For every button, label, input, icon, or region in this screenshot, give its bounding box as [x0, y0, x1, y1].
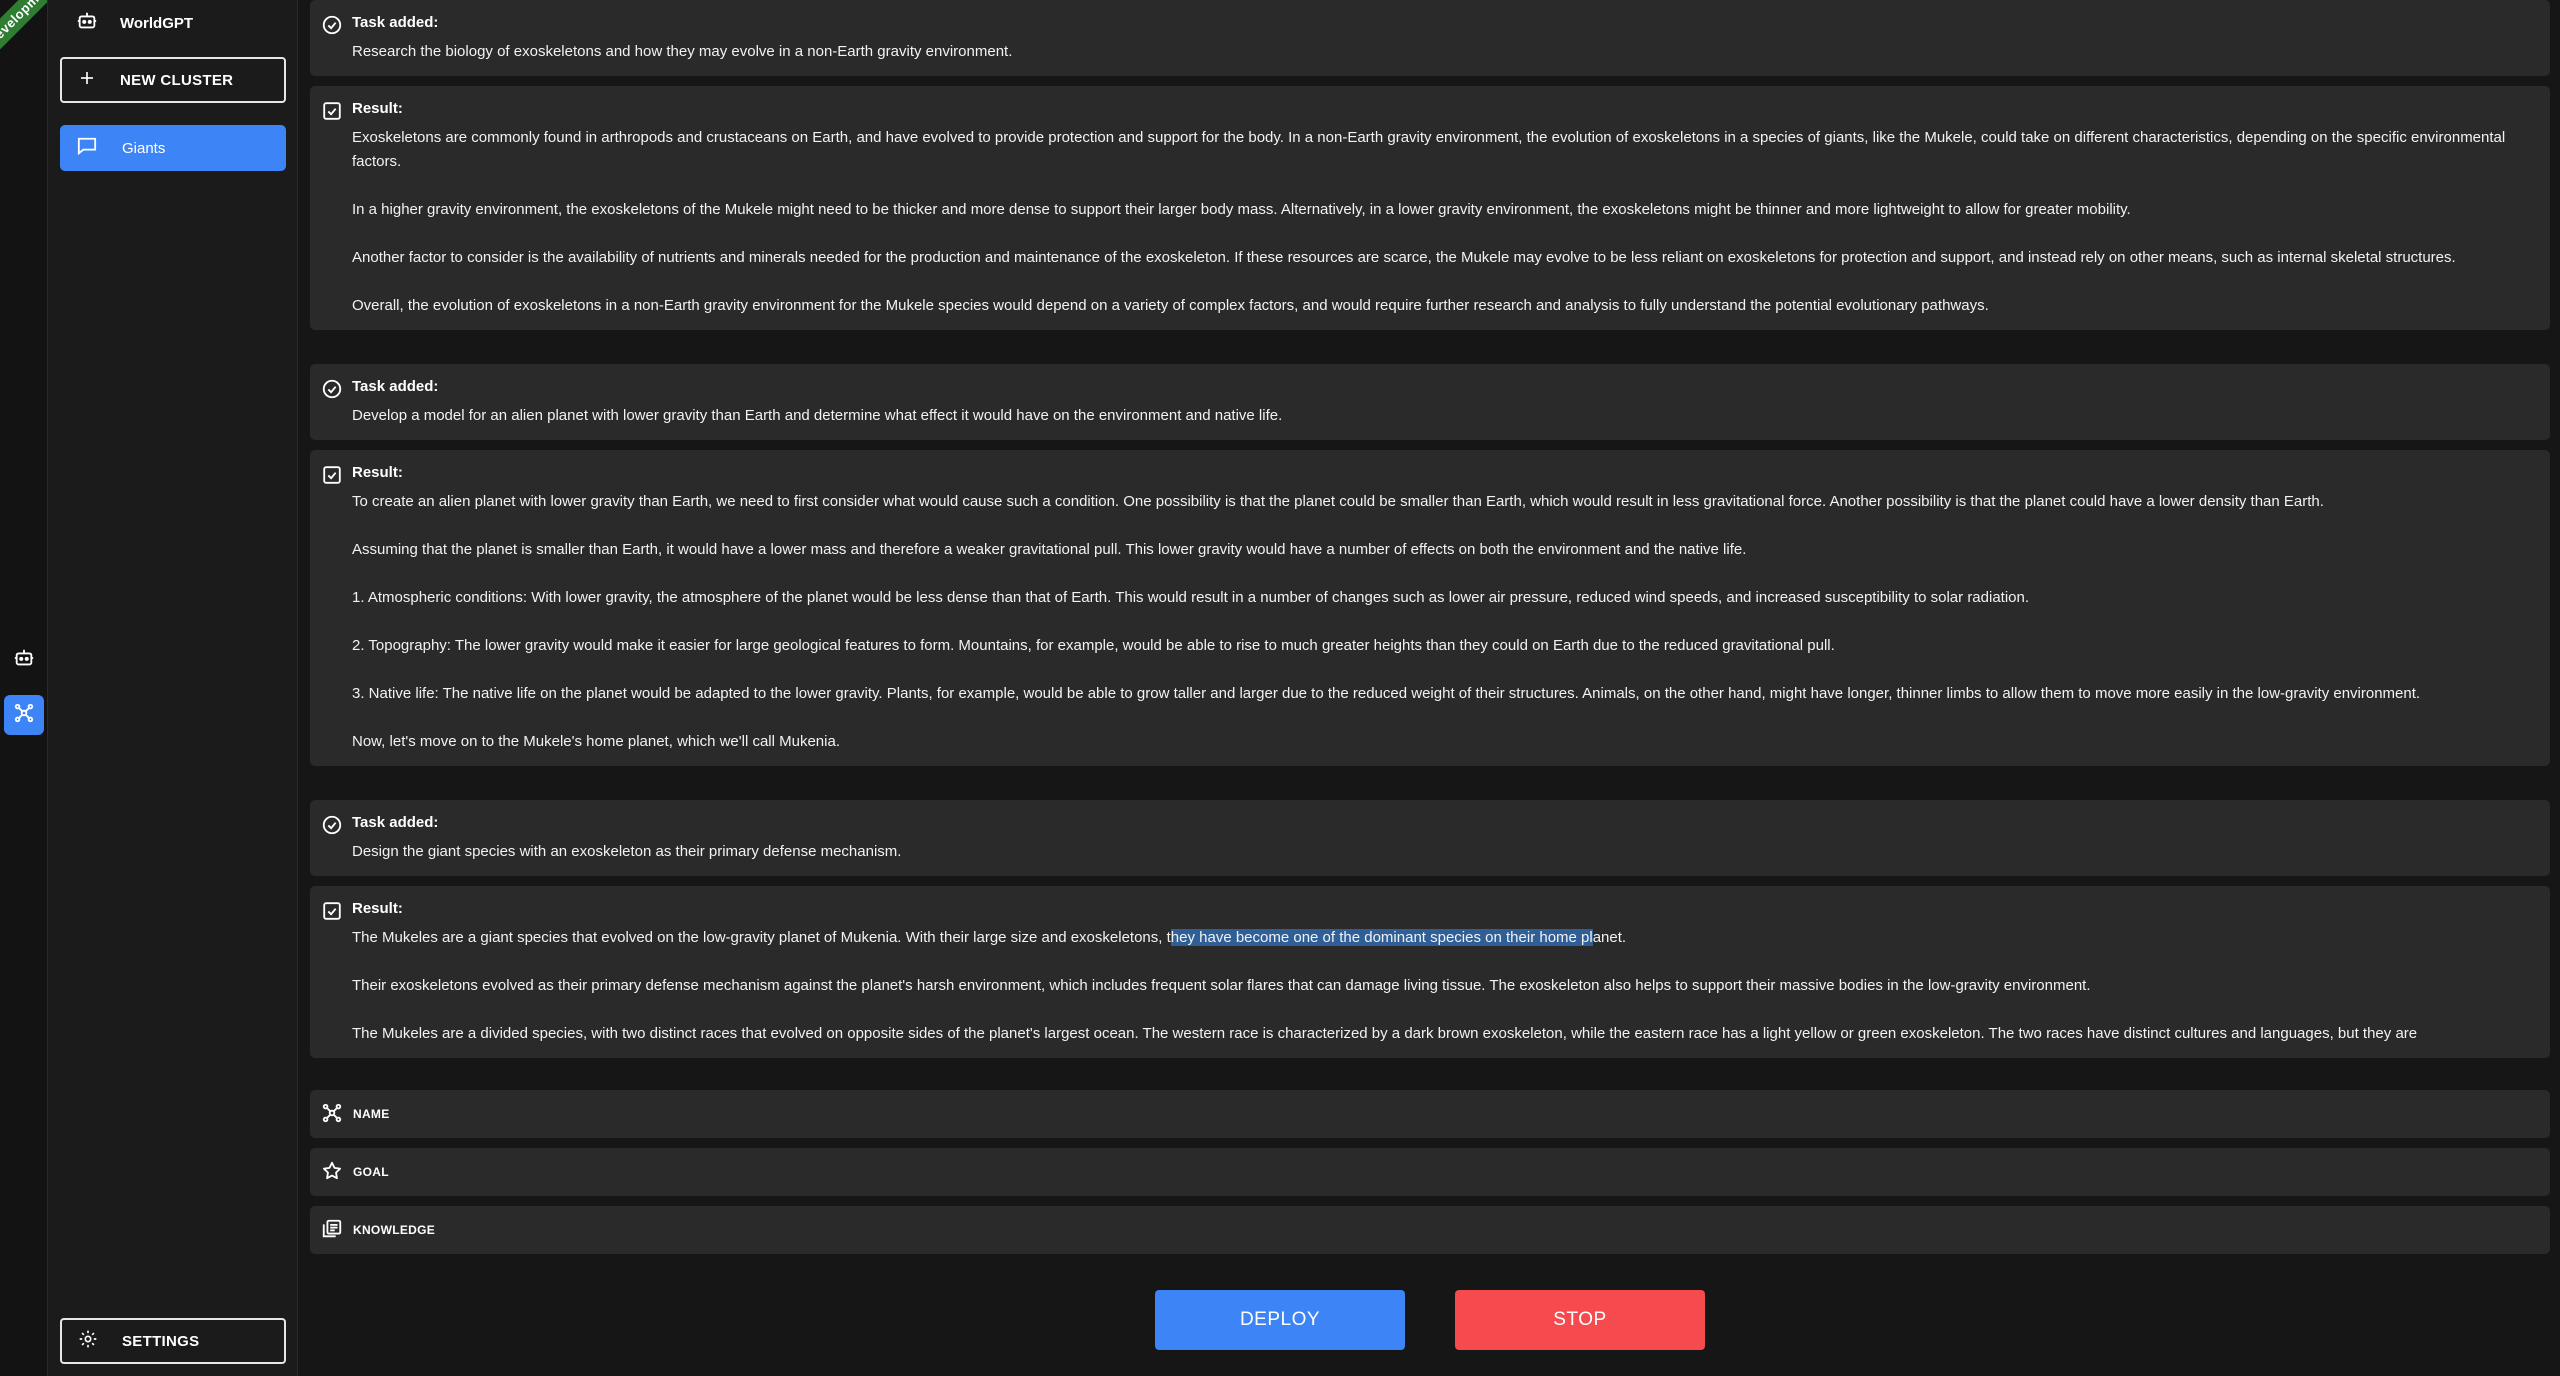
check-square-icon — [321, 100, 343, 122]
settings-button[interactable]: SETTINGS — [60, 1318, 286, 1364]
stop-label: STOP — [1553, 1309, 1607, 1330]
robot-icon — [13, 647, 35, 674]
card-text: The Mukeles are a giant species that evo… — [352, 929, 1627, 946]
environment-ribbon: Development — [0, 0, 47, 67]
task-card: Task added: Research the biology of exos… — [310, 0, 2550, 76]
card-text: Research the biology of exoskeletons and… — [352, 43, 1013, 60]
deploy-button[interactable]: DEPLOY — [1155, 1290, 1405, 1350]
cluster-item-label: Giants — [122, 139, 166, 157]
check-circle-icon — [321, 378, 343, 400]
result-card: Result: To create an alien planet with l… — [310, 450, 2550, 766]
card-text: To create an alien planet with lower gra… — [352, 493, 2324, 510]
name-label: NAME — [353, 1107, 390, 1121]
card-text: Develop a model for an alien planet with… — [352, 407, 1283, 424]
card-text: Now, let's move on to the Mukele's home … — [352, 733, 840, 750]
brand: WorldGPT — [76, 10, 193, 36]
rail-robot-button[interactable] — [4, 640, 44, 680]
text-selection: hey have become one of the dominant spec… — [1170, 929, 1593, 946]
card-header: Task added: — [352, 14, 439, 31]
gear-icon — [78, 1329, 98, 1353]
rail-cluster-button[interactable] — [4, 695, 44, 735]
knowledge-field[interactable]: KNOWLEDGE — [310, 1206, 2550, 1254]
card-text: 2. Topography: The lower gravity would m… — [352, 637, 1835, 654]
card-header: Result: — [352, 464, 403, 481]
result-card: Result: The Mukeles are a giant species … — [310, 886, 2550, 1058]
library-icon — [321, 1218, 343, 1243]
robot-icon — [76, 10, 98, 36]
card-text: Design the giant species with an exoskel… — [352, 843, 902, 860]
card-text: Another factor to consider is the availa… — [352, 249, 2456, 266]
card-text: Their exoskeletons evolved as their prim… — [352, 977, 2091, 994]
plus-icon — [78, 69, 96, 91]
card-text: Exoskeletons are commonly found in arthr… — [352, 129, 2506, 170]
card-text: 3. Native life: The native life on the p… — [352, 685, 2421, 702]
card-text: In a higher gravity environment, the exo… — [352, 201, 2131, 218]
main-panel: Task added: Research the biology of exos… — [310, 0, 2550, 1376]
card-text: Overall, the evolution of exoskeletons i… — [352, 297, 1989, 314]
new-cluster-button[interactable]: NEW CLUSTER — [60, 57, 286, 103]
name-field[interactable]: NAME — [310, 1090, 2550, 1138]
new-cluster-label: NEW CLUSTER — [120, 71, 234, 89]
check-circle-icon — [321, 14, 343, 36]
task-card: Task added: Develop a model for an alien… — [310, 364, 2550, 440]
chat-bubble-icon — [76, 136, 98, 160]
card-text: Assuming that the planet is smaller than… — [352, 541, 1747, 558]
card-text: The Mukeles are a divided species, with … — [352, 1025, 2418, 1042]
deploy-label: DEPLOY — [1239, 1309, 1321, 1330]
check-square-icon — [321, 464, 343, 486]
card-header: Result: — [352, 900, 403, 917]
goal-label: GOAL — [353, 1165, 389, 1179]
app-title: WorldGPT — [120, 14, 194, 32]
sidebar: WorldGPT NEW CLUSTER Giants SETTINGS — [48, 0, 298, 1376]
task-card: Task added: Design the giant species wit… — [310, 800, 2550, 876]
goal-field[interactable]: GOAL — [310, 1148, 2550, 1196]
check-square-icon — [321, 900, 343, 922]
card-header: Task added: — [352, 814, 439, 831]
card-text: 1. Atmospheric conditions: With lower gr… — [352, 589, 2030, 606]
card-header: Task added: — [352, 378, 439, 395]
cluster-icon — [13, 702, 35, 729]
cluster-item-giants[interactable]: Giants — [60, 125, 286, 171]
cluster-icon — [321, 1102, 343, 1127]
knowledge-label: KNOWLEDGE — [353, 1223, 436, 1237]
task-feed[interactable]: Task added: Research the biology of exos… — [310, 0, 2550, 1080]
stop-button[interactable]: STOP — [1455, 1290, 1705, 1350]
check-circle-icon — [321, 814, 343, 836]
star-icon — [321, 1160, 343, 1185]
settings-label: SETTINGS — [122, 1332, 200, 1350]
left-rail: Development — [0, 0, 48, 1376]
result-card: Result: Exoskeletons are commonly found … — [310, 86, 2550, 330]
card-header: Result: — [352, 100, 403, 117]
